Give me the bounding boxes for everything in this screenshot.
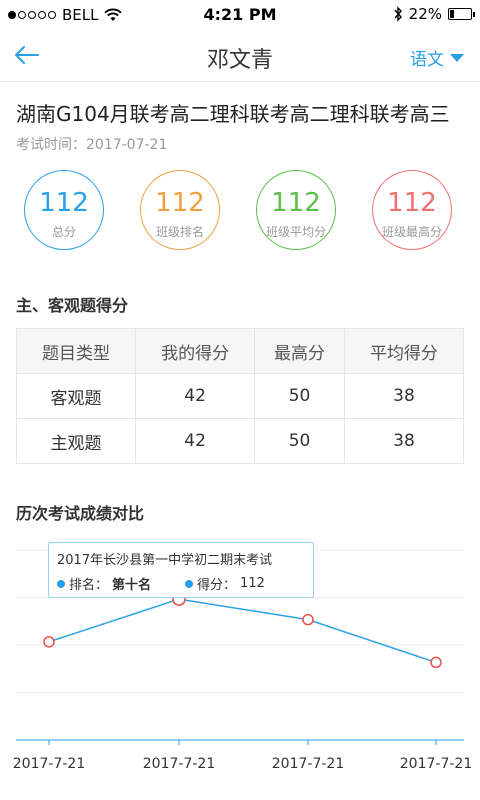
tooltip-rank-value: 第十名 <box>112 578 152 593</box>
table-cell: 38 <box>343 373 465 419</box>
table-cell: 42 <box>135 418 256 464</box>
table-header-row: 题目类型 我的得分 最高分 平均得分 <box>15 328 465 374</box>
table-cell: 客观题 <box>15 373 137 419</box>
class-average-value: 112 <box>271 188 321 218</box>
tooltip-score: 得分： 112 <box>185 574 265 593</box>
battery-area: 22% <box>393 5 475 23</box>
student-name-title: 邓文青 <box>206 48 273 73</box>
chart-x-tick-label: 2017-7-21 <box>272 756 344 772</box>
tooltip-score-value: 112 <box>240 576 265 591</box>
chart-x-tick-label: 2017-7-21 <box>13 756 85 772</box>
question-type-score-table: 题目类型 我的得分 最高分 平均得分 客观题 42 50 38 主观题 42 5… <box>15 328 465 464</box>
subject-dropdown[interactable]: 语文 <box>410 45 464 70</box>
chart-x-tick-label: 2017-7-21 <box>400 756 472 772</box>
table-row: 客观题 42 50 38 <box>15 373 465 419</box>
tooltip-rank: 排名： 第十名 <box>57 574 151 593</box>
chart-x-tick-label: 2017-7-21 <box>143 756 215 772</box>
tooltip-score-label: 得分： <box>197 578 237 593</box>
score-summary: 112 总分 112 班级排名 112 班级平均分 112 班级最高分 <box>0 170 480 256</box>
table-header-cell: 平均得分 <box>343 328 465 374</box>
class-average-circle: 112 班级平均分 <box>256 170 336 250</box>
table-row: 主观题 42 50 38 <box>15 418 465 464</box>
class-average-label: 班级平均分 <box>265 225 326 239</box>
bullet-icon <box>185 579 194 588</box>
class-highest-value: 112 <box>387 188 437 218</box>
table-cell: 50 <box>254 418 345 464</box>
bullet-icon <box>57 579 65 588</box>
exam-time: 考试时间：2017-07-21 <box>16 137 168 153</box>
total-score-label: 总分 <box>51 225 76 239</box>
tooltip-rank-label: 排名： <box>69 578 109 593</box>
total-score-circle: 112 总分 <box>24 170 104 250</box>
class-rank-value: 112 <box>155 188 205 218</box>
table-header-cell: 最高分 <box>254 328 345 374</box>
navigation-bar: 邓文青 语文 <box>0 30 480 82</box>
class-highest-circle: 112 班级最高分 <box>372 170 452 250</box>
table-cell: 42 <box>135 373 256 419</box>
total-score-value: 112 <box>39 188 89 218</box>
class-rank-circle: 112 班级排名 <box>140 170 220 250</box>
battery-level <box>450 10 455 18</box>
battery-icon <box>448 8 475 20</box>
tooltip-values: 排名： 第十名 得分： 112 <box>57 574 305 593</box>
chart-data-point <box>430 656 442 669</box>
subject-label: 语文 <box>410 50 444 70</box>
battery-percent: 22% <box>408 5 442 23</box>
table-cell: 38 <box>343 418 465 464</box>
chart-data-point <box>43 636 55 648</box>
section-title-history-comparison: 历次考试成绩对比 <box>16 504 145 523</box>
chart-series-line <box>48 598 437 664</box>
status-bar: BELL 4:21 PM 22% <box>0 0 480 30</box>
table-header-cell: 我的得分 <box>135 328 256 374</box>
tooltip-exam-name: 2017年长沙县第一中学初二期末考试 <box>57 553 273 568</box>
table-header-cell: 题目类型 <box>15 328 137 374</box>
class-rank-label: 班级排名 <box>155 225 204 239</box>
chart-tooltip: 2017年长沙县第一中学初二期末考试 排名： 第十名 得分： 112 <box>48 542 314 598</box>
class-highest-label: 班级最高分 <box>381 225 442 239</box>
bluetooth-icon <box>394 6 402 22</box>
table-cell: 50 <box>254 373 345 419</box>
table-cell: 主观题 <box>15 418 137 464</box>
chevron-down-icon <box>450 53 464 62</box>
exam-title: 湖南G104月联考高二理科联考高二理科联考高三 <box>16 102 450 126</box>
chart-data-point <box>302 613 314 626</box>
section-title-question-scores: 主、客观题得分 <box>16 296 129 315</box>
